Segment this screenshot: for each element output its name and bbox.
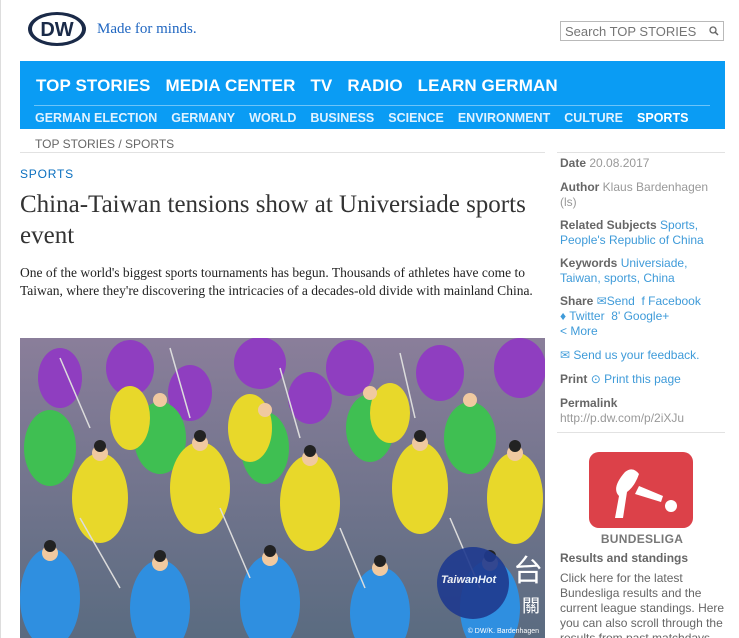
subnav-science[interactable]: SCIENCE	[388, 111, 444, 125]
keyword-link-universiade[interactable]: Universiade,	[621, 256, 688, 270]
date-label: Date	[560, 156, 587, 170]
photo-credit: © DW/K. Bardenhagen	[467, 628, 539, 635]
subnav-world[interactable]: WORLD	[249, 111, 296, 125]
permalink-value[interactable]: http://p.dw.com/p/2iXJu	[560, 411, 684, 425]
nav-main-list: TOP STORIES MEDIA CENTER TV RADIO LEARN …	[36, 76, 558, 96]
sidebar-author: Author Klaus Bardenhagen (ls)	[560, 180, 728, 210]
feedback-link[interactable]: Send us your feedback.	[573, 348, 699, 362]
print-link[interactable]: Print this page	[604, 372, 681, 386]
facebook-icon[interactable]: f	[641, 294, 644, 308]
sidebar-related-subjects: Related Subjects Sports, People's Republ…	[560, 218, 728, 248]
share-send-link[interactable]: Send	[607, 294, 635, 308]
subject-link-sports[interactable]: Sports,	[660, 218, 698, 232]
article-kicker[interactable]: SPORTS	[20, 167, 74, 181]
subnav-culture[interactable]: CULTURE	[564, 111, 623, 125]
subnav-environment[interactable]: ENVIRONMENT	[458, 111, 550, 125]
breadcrumb-divider	[20, 152, 545, 153]
watermark-char-2: 關	[522, 596, 540, 617]
bundesliga-logo-text: BUNDESLIGA	[600, 532, 684, 546]
slogan: Made for minds.	[97, 21, 197, 37]
feedback-icon[interactable]: ✉	[560, 348, 570, 362]
nav-sub-list: GERMAN ELECTION GERMANY WORLD BUSINESS S…	[35, 111, 688, 125]
nav-media-center[interactable]: MEDIA CENTER	[165, 76, 295, 96]
breadcrumb[interactable]: TOP STORIES / SPORTS	[35, 137, 174, 151]
bundesliga-title[interactable]: Results and standings	[560, 551, 688, 565]
share-facebook-link[interactable]: Facebook	[648, 294, 701, 308]
share-more-icon[interactable]: <	[560, 324, 567, 338]
sidebar-divider-2	[557, 432, 725, 433]
article-teaser: One of the world's biggest sports tourna…	[20, 265, 533, 298]
permalink-label: Permalink	[560, 396, 618, 410]
nav-radio[interactable]: RADIO	[347, 76, 402, 96]
keyword-links[interactable]: Taiwan, sports, China	[560, 271, 675, 285]
taiwanhot-watermark-logo: TaiwanHot	[437, 547, 509, 619]
print-icon[interactable]: ⊙	[591, 372, 601, 386]
bundesliga-description: Click here for the latest Bundesliga res…	[560, 571, 725, 638]
related-subjects-label: Related Subjects	[560, 218, 657, 232]
google-plus-icon[interactable]: 8'	[611, 309, 620, 323]
sidebar-keywords: Keywords Universiade, Taiwan, sports, Ch…	[560, 256, 728, 286]
author-label: Author	[560, 180, 600, 194]
sidebar-print: Print ⊙ Print this page	[560, 372, 728, 387]
sidebar-feedback: ✉ Send us your feedback.	[560, 348, 728, 363]
share-more-link[interactable]: More	[570, 324, 597, 338]
share-label: Share	[560, 294, 594, 308]
nav-top-stories[interactable]: TOP STORIES	[36, 76, 150, 96]
sidebar-divider	[557, 152, 725, 153]
watermark-text: TaiwanHot	[441, 574, 497, 586]
subject-link-prc[interactable]: People's Republic of China	[560, 233, 704, 247]
date-value: 20.08.2017	[589, 156, 650, 170]
subnav-business[interactable]: BUSINESS	[310, 111, 374, 125]
nav-tv[interactable]: TV	[310, 76, 332, 96]
article-title: China-Taiwan tensions show at Universiad…	[20, 191, 526, 249]
share-send-icon[interactable]: ✉	[597, 294, 607, 308]
print-label: Print	[560, 372, 588, 386]
nav-learn-german[interactable]: LEARN GERMAN	[418, 76, 558, 96]
watermark-char-1: 台	[513, 554, 543, 589]
logo-text: DW	[40, 19, 73, 41]
dw-logo[interactable]: DW	[27, 11, 87, 47]
search-input[interactable]	[560, 21, 724, 41]
dw-article-page: DW Made for minds. TOP STORIES MEDIA CEN…	[0, 0, 739, 638]
keywords-label: Keywords	[560, 256, 618, 270]
subnav-germany[interactable]: GERMANY	[171, 111, 235, 125]
search-icon[interactable]	[709, 26, 719, 36]
subnav-sports[interactable]: SPORTS	[637, 111, 688, 125]
subnav-german-election[interactable]: GERMAN ELECTION	[35, 111, 157, 125]
sidebar-share: Share ✉Send f Facebook ♦ Twitter 8' Goog…	[560, 294, 728, 339]
sidebar-date: Date 20.08.2017	[560, 156, 728, 171]
sidebar-permalink: Permalink http://p.dw.com/p/2iXJu	[560, 396, 728, 426]
nav-divider	[34, 105, 710, 106]
main-navigation: TOP STORIES MEDIA CENTER TV RADIO LEARN …	[20, 61, 725, 129]
twitter-icon[interactable]: ♦	[560, 309, 566, 323]
share-google-link[interactable]: Google+	[624, 309, 670, 323]
share-twitter-link[interactable]: Twitter	[569, 309, 604, 323]
